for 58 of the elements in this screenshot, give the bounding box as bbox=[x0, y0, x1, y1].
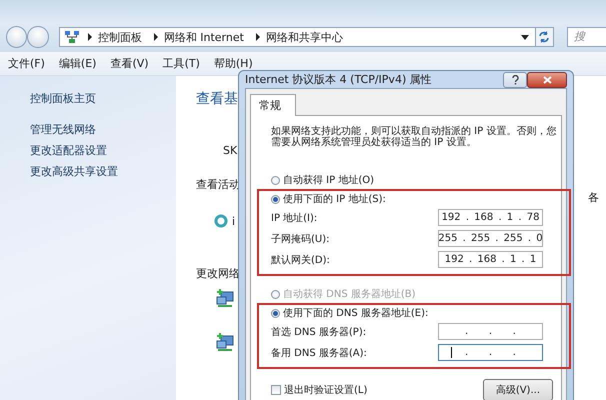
advanced-button[interactable]: 高级(V)... bbox=[482, 379, 553, 400]
ring-icon bbox=[214, 214, 228, 228]
network-name: SK bbox=[223, 144, 238, 157]
sidebar-link[interactable]: 更改高级共享设置 bbox=[30, 161, 176, 182]
network-label: i bbox=[232, 214, 236, 228]
tab[interactable]: 常规 bbox=[250, 94, 296, 116]
forward-button[interactable] bbox=[27, 26, 49, 48]
field-label: IP 地址(I): bbox=[271, 212, 318, 224]
menu-item[interactable]: 文件(F) bbox=[8, 56, 45, 71]
field-label: 默认网关(D): bbox=[271, 254, 330, 266]
dialog-title: Internet 协议版本 4 (TCP/IPv4) 属性 bbox=[245, 72, 433, 87]
address-bar[interactable]: 控制面板 网络和 Internet 网络和共享中心 bbox=[58, 27, 536, 47]
radio-dot[interactable] bbox=[271, 308, 280, 318]
menu-item[interactable]: 帮助(H) bbox=[214, 56, 253, 71]
network-computer-icon[interactable] bbox=[216, 289, 234, 307]
help-button[interactable] bbox=[503, 72, 527, 88]
refresh-button[interactable] bbox=[534, 27, 554, 47]
breadcrumb-item[interactable]: 网络和共享中心 bbox=[262, 30, 347, 44]
dropdown-caret-icon[interactable] bbox=[520, 34, 529, 40]
field-label: 子网掩码(U): bbox=[271, 232, 330, 246]
chevron-icon[interactable] bbox=[152, 33, 160, 41]
section-label: 更改网络 bbox=[196, 266, 241, 281]
close-button[interactable] bbox=[527, 72, 567, 88]
radio-option[interactable]: 使用下面的 DNS 服务器地址(E): bbox=[271, 305, 565, 321]
description-text: 如果网络支持此功能，则可以获取自动指派的 IP 设置。否则，您需要从网络系统管理员处获得适当的 IP 设置。 bbox=[271, 126, 558, 148]
address-field[interactable]: 192 . 168 . 1 . 1 bbox=[438, 251, 543, 268]
field-label: 首选 DNS 服务器(P): bbox=[271, 326, 366, 338]
sidebar-link[interactable]: 更改适配器设置 bbox=[30, 140, 176, 161]
refresh-icon bbox=[538, 31, 550, 43]
chevron-icon[interactable] bbox=[254, 33, 262, 41]
text-cursor bbox=[451, 347, 452, 358]
radio-dot[interactable] bbox=[271, 176, 280, 184]
page-heading: 查看基 bbox=[196, 90, 239, 108]
radio-option[interactable]: 使用下面的 IP 地址(S): bbox=[271, 191, 565, 207]
sidebar-link[interactable]: 控制面板主页 bbox=[30, 88, 176, 109]
radio-option[interactable]: 自动获得 IP 地址(O) bbox=[271, 172, 553, 188]
close-icon bbox=[542, 76, 552, 84]
sidebar-link[interactable]: 管理无线网络 bbox=[30, 119, 176, 140]
menu-item[interactable]: 编辑(E) bbox=[58, 56, 96, 71]
network-icon bbox=[64, 30, 80, 44]
search-field[interactable]: 搜 bbox=[567, 27, 606, 47]
address-field[interactable]: . . . bbox=[438, 344, 543, 361]
checkbox-option[interactable]: 退出时验证设置(L) bbox=[271, 383, 368, 397]
partial-text: 各 bbox=[588, 190, 599, 205]
chevron-icon[interactable] bbox=[86, 33, 94, 41]
help-icon bbox=[512, 74, 518, 84]
address-field[interactable]: 192 . 168 . 1 . 78 bbox=[438, 209, 543, 226]
menu-item[interactable]: 工具(T) bbox=[162, 56, 200, 71]
address-field[interactable]: 255 . 255 . 255 . 0 bbox=[438, 230, 543, 247]
radio-dot[interactable] bbox=[271, 194, 280, 204]
network-computer-icon[interactable] bbox=[216, 333, 234, 351]
checkbox[interactable] bbox=[271, 385, 281, 395]
menu-item[interactable]: 查看(V) bbox=[110, 56, 149, 71]
back-button[interactable] bbox=[6, 26, 28, 48]
breadcrumb-item[interactable]: 网络和 Internet bbox=[160, 30, 248, 44]
breadcrumb-item[interactable]: 控制面板 bbox=[94, 30, 146, 44]
address-field[interactable]: . . . bbox=[438, 323, 543, 340]
field-label: 备用 DNS 服务器(A): bbox=[271, 346, 367, 360]
